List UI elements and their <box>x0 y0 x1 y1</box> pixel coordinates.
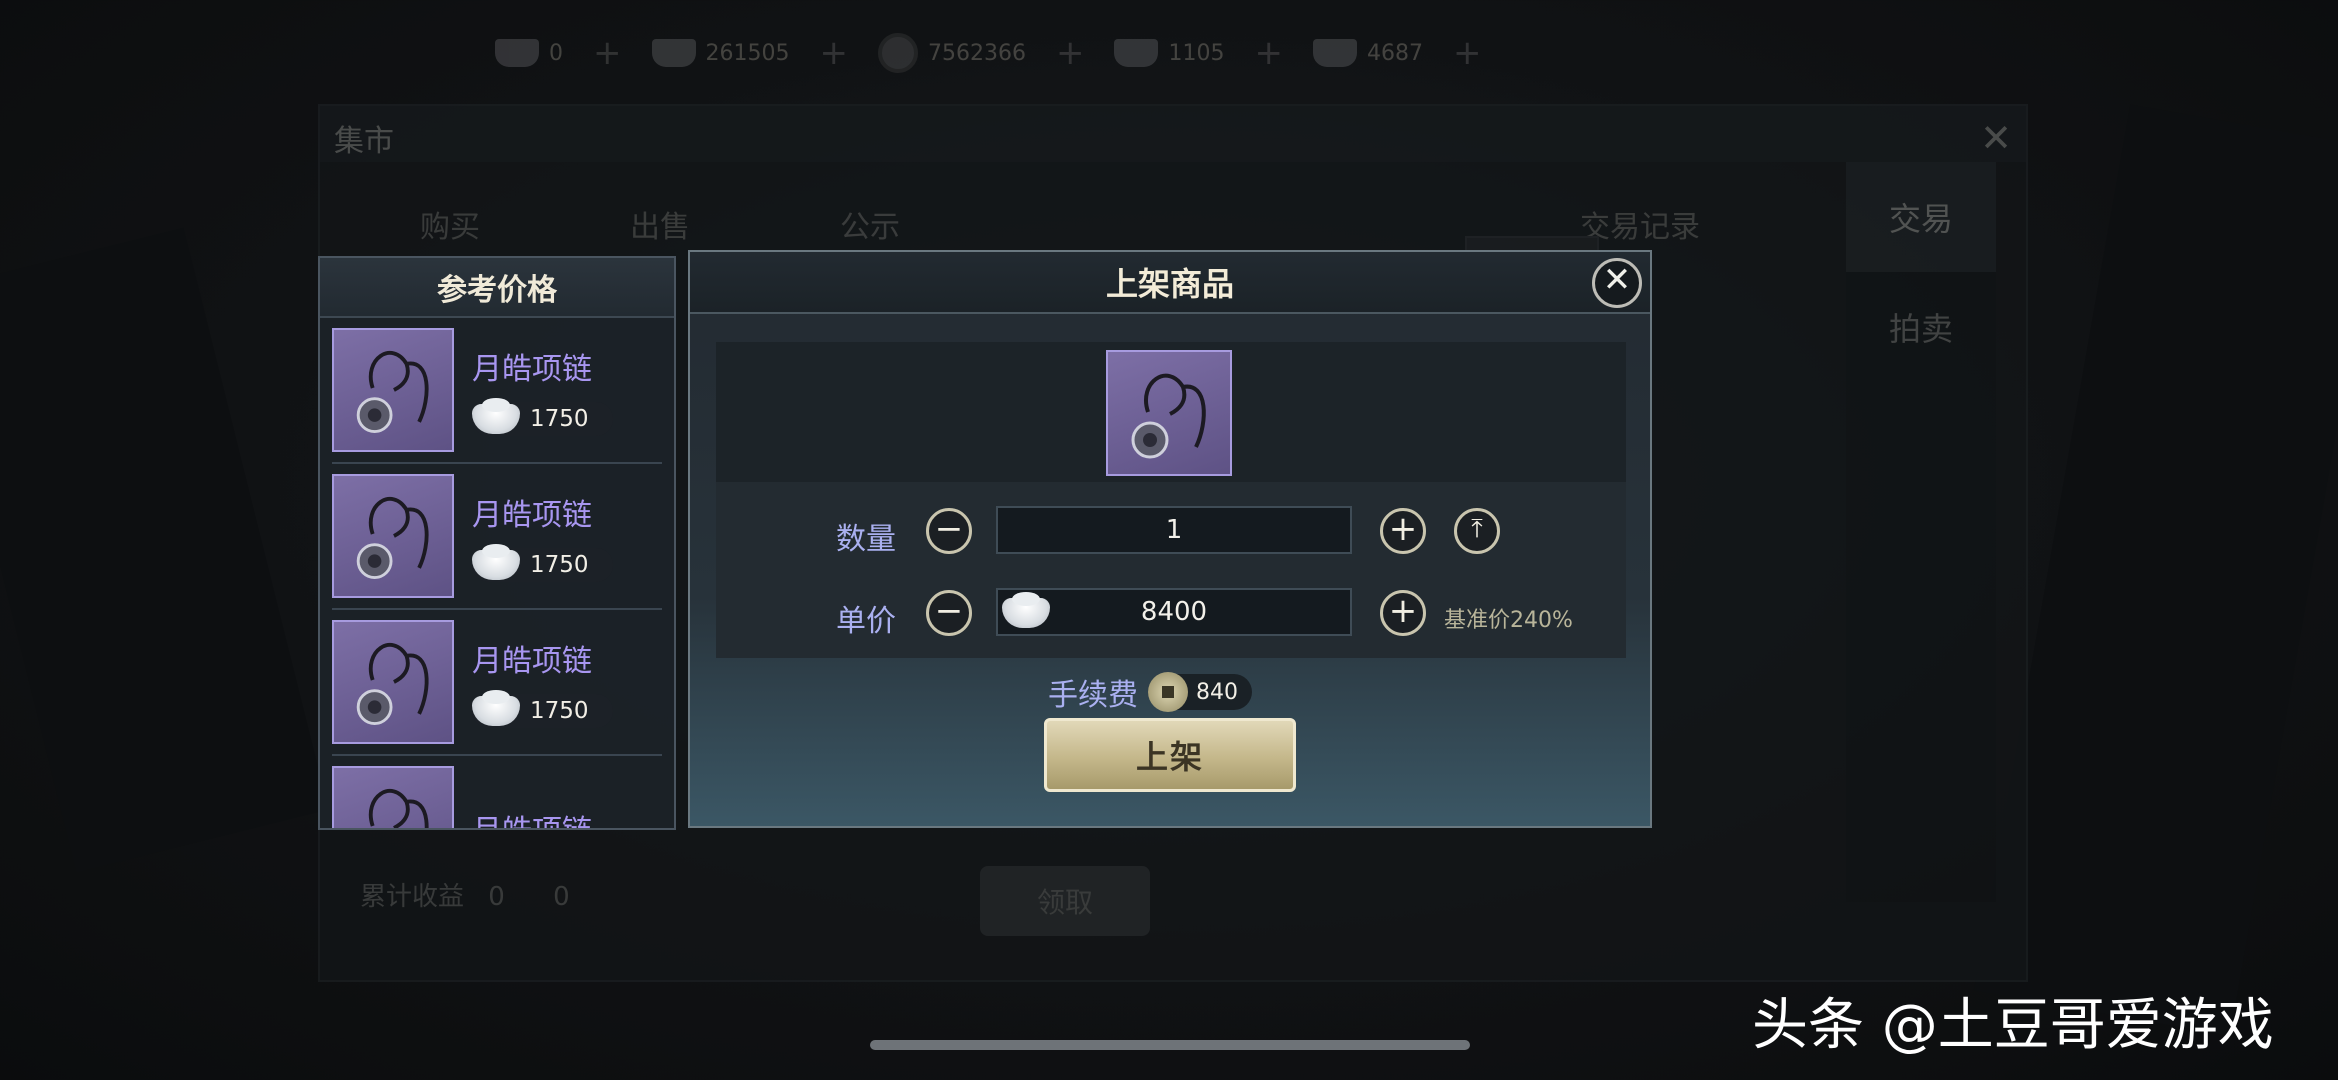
fee-amount: 840 <box>1148 672 1252 712</box>
item-price: 1750 <box>472 544 613 582</box>
total-earnings: 累计收益 0 0 <box>360 882 570 912</box>
necklace-icon <box>1106 350 1232 476</box>
list-item[interactable]: 月皓项链 1750 <box>332 464 662 610</box>
item-name: 月皓项链 <box>472 498 592 533</box>
price-label: 单价 <box>836 604 896 639</box>
background-decoration <box>1973 104 2338 1036</box>
fee-row: 手续费 840 <box>1048 672 1252 713</box>
market-side-tabs: 交易 拍卖 <box>1846 162 1996 902</box>
necklace-icon <box>332 328 454 452</box>
base-price-ratio: 基准价240% <box>1444 608 1573 633</box>
item-name: 月皓项链 <box>472 644 592 679</box>
currency-item: 0 <box>495 39 563 67</box>
side-tab-trade[interactable]: 交易 <box>1846 162 1996 272</box>
list-item[interactable]: 月皓项链 1750 <box>332 610 662 756</box>
quantity-label: 数量 <box>836 522 896 557</box>
ingot-icon <box>495 39 539 67</box>
market-tabs: 购买 出售 公示 <box>420 202 900 246</box>
price-minus-button[interactable]: − <box>926 590 972 636</box>
list-item-dialog: 上架商品 ✕ 数量 − 1 + ⤒ 单价 − 8400 + 基准价240% 手续… <box>688 250 1652 828</box>
quantity-minus-button[interactable]: − <box>926 508 972 554</box>
ingot-icon <box>472 690 520 726</box>
watermark: 头条 @土豆哥爱游戏 <box>1752 993 2274 1058</box>
home-indicator[interactable] <box>870 1040 1470 1050</box>
reference-price-panel: 参考价格 月皓项链 1750 月皓项链 1750 月皓项链 1750 <box>318 256 676 830</box>
item-name: 月皓项链 <box>472 352 592 387</box>
currency-item: 1105 <box>1114 39 1224 67</box>
selected-item-area <box>716 342 1626 484</box>
list-item[interactable]: 月皓项链 <box>332 756 662 828</box>
list-item[interactable]: 月皓项链 1750 <box>332 318 662 464</box>
currency-item: 261505 <box>651 39 789 67</box>
ingot-icon <box>1114 39 1159 67</box>
coin-icon <box>1148 672 1188 712</box>
ingot-icon <box>651 39 696 67</box>
quantity-plus-button[interactable]: + <box>1380 508 1426 554</box>
reference-price-list[interactable]: 月皓项链 1750 月皓项链 1750 月皓项链 1750 <box>320 318 674 828</box>
dialog-header: 上架商品 ✕ <box>690 252 1650 314</box>
ingot-icon <box>1002 592 1050 628</box>
item-price: 1750 <box>472 398 613 436</box>
collect-button[interactable]: 领取 <box>980 866 1150 936</box>
close-icon[interactable]: ✕ <box>1592 258 1642 308</box>
quantity-row: 数量 − 1 + ⤒ <box>716 506 1626 558</box>
item-name: 月皓项链 <box>472 806 592 828</box>
price-input[interactable]: 8400 <box>996 588 1352 636</box>
background-decoration <box>0 227 329 873</box>
price-row: 单价 − 8400 + 基准价240% <box>716 588 1626 640</box>
market-title: 集市 <box>334 124 394 159</box>
market-window-header: 集市 ✕ <box>320 106 2026 162</box>
fee-label: 手续费 <box>1048 678 1138 713</box>
tab-sell[interactable]: 出售 <box>630 202 690 246</box>
tab-public[interactable]: 公示 <box>840 202 900 246</box>
quantity-input[interactable]: 1 <box>996 506 1352 554</box>
side-tab-auction[interactable]: 拍卖 <box>1846 272 1996 382</box>
ingot-icon <box>1312 39 1357 67</box>
dialog-title: 上架商品 <box>1105 265 1234 303</box>
add-currency-icon[interactable]: + <box>819 33 848 73</box>
necklace-icon <box>332 474 454 598</box>
ingot-icon <box>472 398 520 434</box>
currency-item: 7562366 <box>877 33 1026 73</box>
market-close-icon[interactable]: ✕ <box>1980 116 2012 160</box>
coin-icon <box>877 33 918 73</box>
necklace-icon <box>332 620 454 744</box>
list-submit-button[interactable]: 上架 <box>1044 718 1296 792</box>
add-currency-icon[interactable]: + <box>1056 33 1085 73</box>
reference-price-title: 参考价格 <box>320 258 674 318</box>
necklace-icon <box>332 766 454 828</box>
ingot-icon <box>472 544 520 580</box>
add-currency-icon[interactable]: + <box>593 33 622 73</box>
quantity-max-button[interactable]: ⤒ <box>1454 508 1500 554</box>
add-currency-icon[interactable]: + <box>1453 33 1482 73</box>
currency-item: 4687 <box>1312 39 1423 67</box>
listing-form: 数量 − 1 + ⤒ 单价 − 8400 + 基准价240% <box>716 482 1626 658</box>
add-currency-icon[interactable]: + <box>1254 33 1283 73</box>
currency-bar: 0 + 261505 + 7562366 + 1105 + 4687 + <box>495 30 1491 76</box>
tab-buy[interactable]: 购买 <box>420 202 480 246</box>
item-price: 1750 <box>472 690 613 728</box>
price-plus-button[interactable]: + <box>1380 590 1426 636</box>
